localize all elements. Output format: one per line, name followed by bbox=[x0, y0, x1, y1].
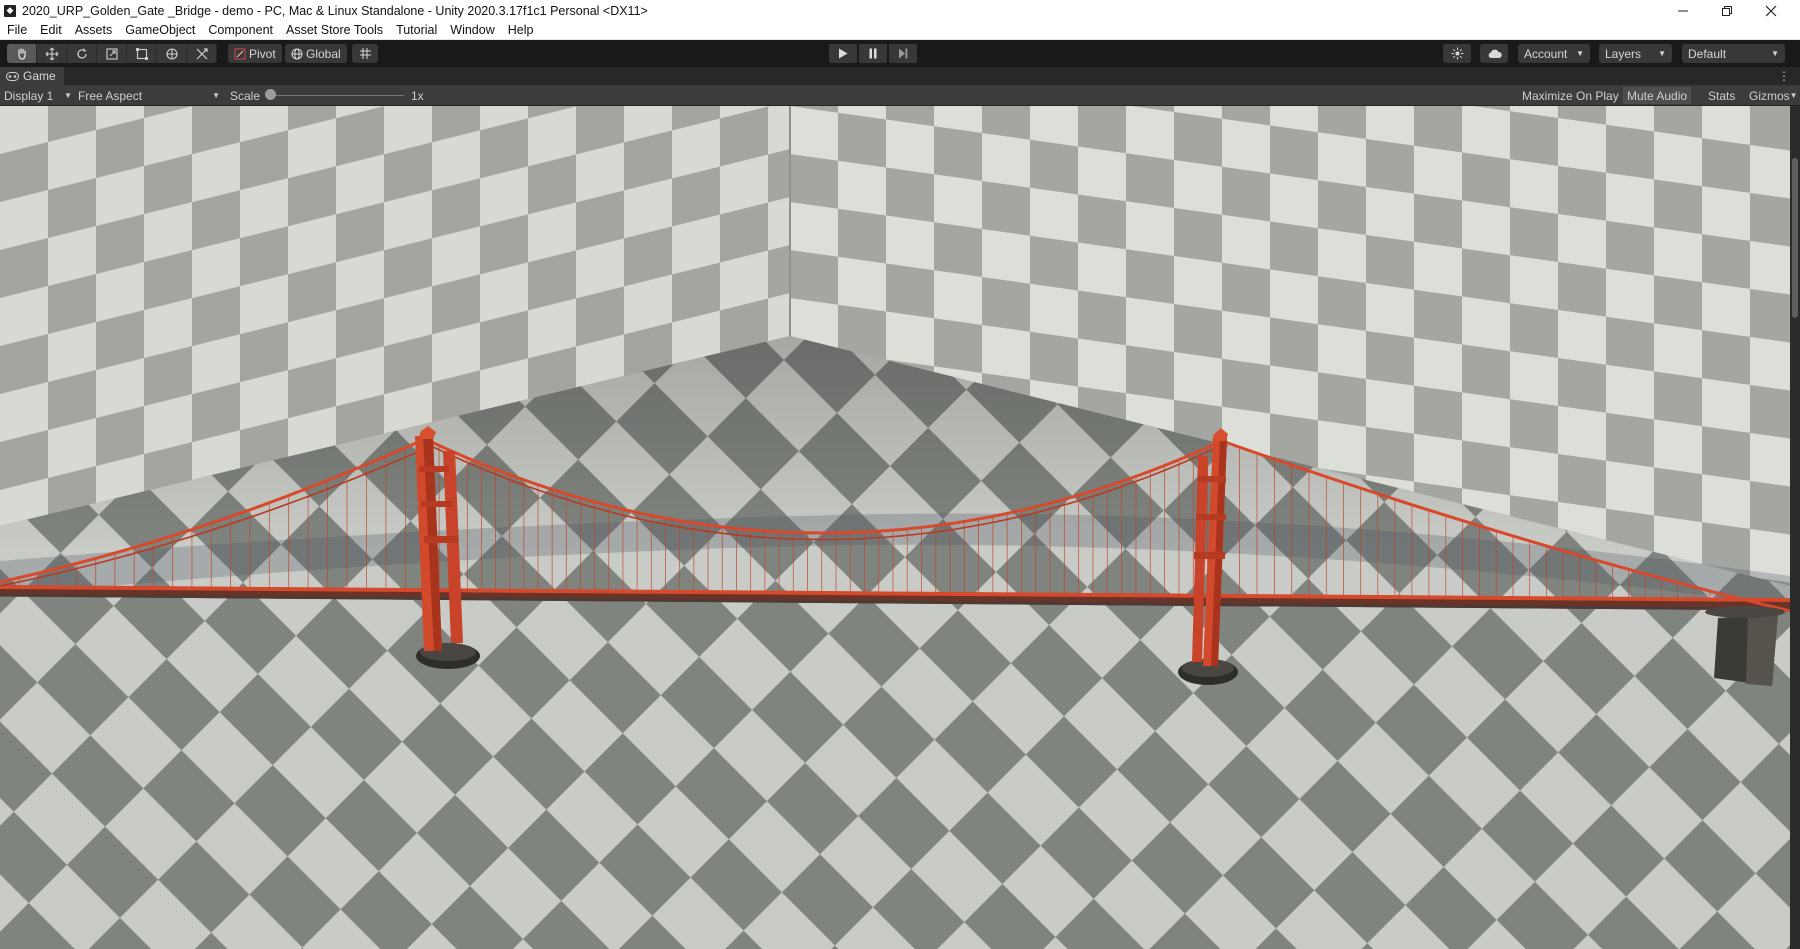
hand-tool-icon[interactable] bbox=[7, 44, 37, 63]
menu-asset-store-tools[interactable]: Asset Store Tools bbox=[286, 23, 383, 37]
layout-label: Default bbox=[1688, 46, 1727, 61]
account-label: Account bbox=[1524, 46, 1568, 61]
minimize-icon[interactable] bbox=[1660, 0, 1706, 21]
global-label: Global bbox=[306, 46, 341, 61]
close-icon[interactable] bbox=[1748, 0, 1794, 21]
services-icon[interactable] bbox=[1443, 44, 1471, 63]
custom-tool-icon[interactable] bbox=[187, 44, 217, 63]
caret-down-icon: ▼ bbox=[1771, 49, 1779, 58]
display-label: Display 1 bbox=[4, 88, 54, 103]
window-title: 2020_URP_Golden_Gate _Bridge - demo - PC… bbox=[22, 3, 648, 18]
menu-help[interactable]: Help bbox=[508, 23, 534, 37]
scale-slider-handle[interactable] bbox=[265, 89, 276, 100]
maximize-on-play-toggle[interactable]: Maximize On Play bbox=[1518, 87, 1623, 104]
rect-tool-icon[interactable] bbox=[127, 44, 157, 63]
pivot-toggle[interactable]: Pivot bbox=[228, 44, 282, 63]
menu-window[interactable]: Window bbox=[450, 23, 494, 37]
scrollbar-thumb[interactable] bbox=[1792, 158, 1798, 318]
more-options-icon[interactable]: ⋮ bbox=[1778, 69, 1790, 83]
menu-gameobject[interactable]: GameObject bbox=[125, 23, 195, 37]
layers-dropdown[interactable]: Layers ▼ bbox=[1599, 44, 1672, 63]
transform-tool-icon[interactable] bbox=[157, 44, 187, 63]
aspect-dropdown[interactable]: Free Aspect ▼ bbox=[78, 87, 220, 104]
menu-edit[interactable]: Edit bbox=[40, 23, 62, 37]
scale-value: 1x bbox=[411, 88, 424, 103]
caret-down-icon: ▼ bbox=[212, 91, 220, 100]
layers-label: Layers bbox=[1605, 46, 1642, 61]
menu-assets[interactable]: Assets bbox=[75, 23, 113, 37]
global-toggle[interactable]: Global bbox=[285, 44, 347, 63]
play-controls bbox=[829, 44, 917, 63]
game-view-toolbar: Display 1 ▼ Free Aspect ▼ Scale 1x Maxim… bbox=[0, 85, 1800, 106]
pivot-label: Pivot bbox=[249, 46, 276, 61]
gizmos-dropdown[interactable]: Gizmos ▼ bbox=[1745, 87, 1798, 104]
scale-slider-track[interactable] bbox=[270, 95, 404, 96]
menu-component[interactable]: Component bbox=[208, 23, 273, 37]
rotate-tool-icon[interactable] bbox=[67, 44, 97, 63]
gamepad-icon bbox=[6, 71, 19, 81]
play-icon[interactable] bbox=[829, 44, 857, 63]
restore-icon[interactable] bbox=[1704, 0, 1750, 21]
gizmos-label: Gizmos bbox=[1749, 88, 1790, 103]
menu-bar: File Edit Assets GameObject Component As… bbox=[0, 21, 1800, 40]
main-toolbar: Pivot Global Account ▼ Layers ▼ Default … bbox=[0, 40, 1800, 67]
move-tool-icon[interactable] bbox=[37, 44, 67, 63]
unity-logo-icon: ◆ bbox=[4, 4, 16, 17]
step-icon[interactable] bbox=[889, 44, 917, 63]
layout-dropdown[interactable]: Default ▼ bbox=[1682, 44, 1785, 63]
panel-tab-bar: Game ⋮ bbox=[0, 67, 1800, 85]
caret-down-icon: ▼ bbox=[1658, 49, 1666, 58]
scale-label: Scale bbox=[230, 88, 261, 103]
aspect-label: Free Aspect bbox=[78, 88, 143, 103]
globe-icon bbox=[291, 48, 303, 59]
viewport-scrollbar[interactable] bbox=[1790, 106, 1800, 949]
caret-down-icon: ▼ bbox=[64, 91, 72, 100]
cloud-icon[interactable] bbox=[1480, 44, 1508, 63]
transform-tools bbox=[7, 44, 217, 63]
grid-snap-icon[interactable] bbox=[352, 44, 378, 63]
caret-down-icon: ▼ bbox=[1789, 91, 1798, 100]
menu-tutorial[interactable]: Tutorial bbox=[396, 23, 437, 37]
mute-audio-toggle[interactable]: Mute Audio bbox=[1623, 87, 1692, 104]
window-title-bar: ◆ 2020_URP_Golden_Gate _Bridge - demo - … bbox=[0, 0, 1800, 21]
game-viewport[interactable] bbox=[0, 106, 1790, 949]
tab-game-label: Game bbox=[23, 69, 56, 83]
menu-file[interactable]: File bbox=[7, 23, 27, 37]
display-dropdown[interactable]: Display 1 ▼ bbox=[4, 87, 72, 104]
scale-tool-icon[interactable] bbox=[97, 44, 127, 63]
caret-down-icon: ▼ bbox=[1576, 49, 1584, 58]
tab-game[interactable]: Game bbox=[0, 67, 64, 85]
game-scene-render bbox=[0, 106, 1790, 949]
pivot-icon bbox=[234, 48, 246, 59]
pause-icon[interactable] bbox=[859, 44, 887, 63]
account-dropdown[interactable]: Account ▼ bbox=[1518, 44, 1590, 63]
stats-toggle[interactable]: Stats bbox=[1704, 87, 1739, 104]
